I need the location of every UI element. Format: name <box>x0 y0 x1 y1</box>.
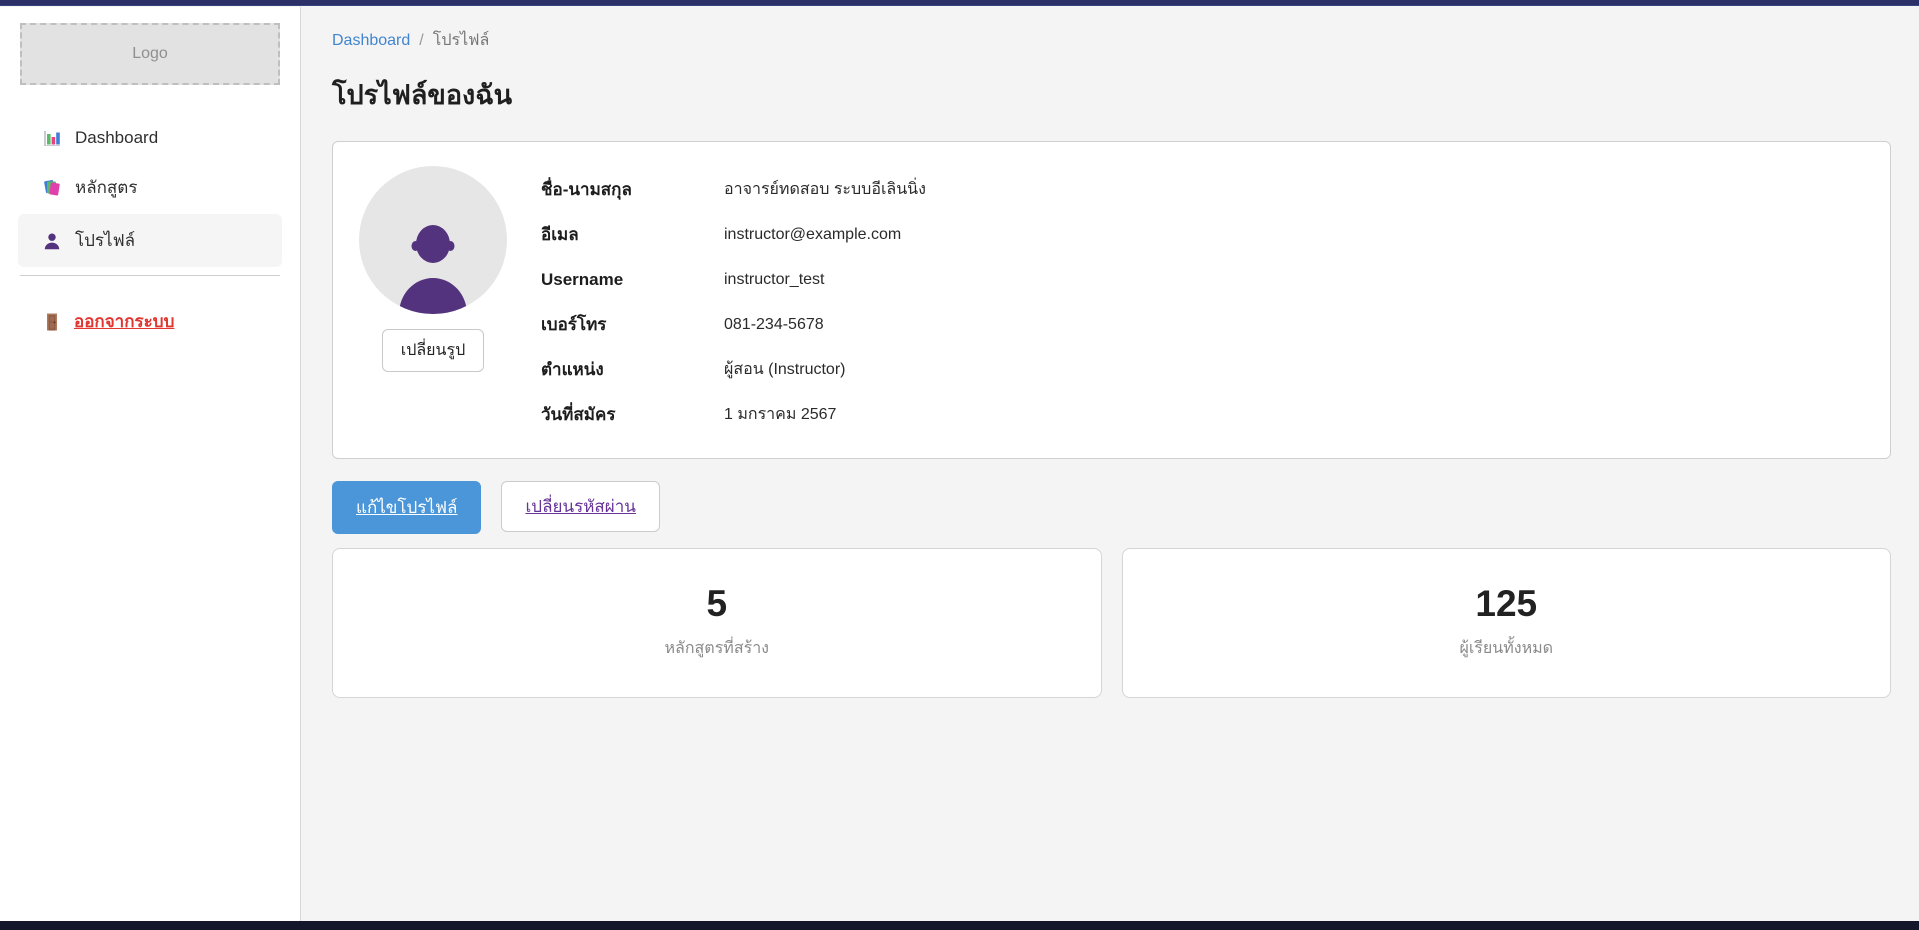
stat-value: 5 <box>706 585 727 622</box>
person-icon <box>42 231 62 251</box>
stat-label: ผู้เรียนทั้งหมด <box>1459 636 1553 661</box>
profile-card: เปลี่ยนรูป ชื่อ-นามสกุล อาจารย์ทดสอบ ระบ… <box>332 141 1891 459</box>
sidebar-item-dashboard[interactable]: Dashboard <box>18 115 282 161</box>
field-email: อีเมล instructor@example.com <box>541 212 1866 257</box>
field-value: ผู้สอน (Instructor) <box>724 357 845 382</box>
page-title: โปรไฟล์ของฉัน <box>332 73 1890 116</box>
field-value: อาจารย์ทดสอบ ระบบอีเลินนิ่ง <box>724 177 926 202</box>
stats-row: 5 หลักสูตรที่สร้าง 125 ผู้เรียนทั้งหมด <box>332 548 1891 698</box>
field-fullname: ชื่อ-นามสกุล อาจารย์ทดสอบ ระบบอีเลินนิ่ง <box>541 167 1866 212</box>
field-value: 081-234-5678 <box>724 316 824 334</box>
sidebar-menu: Dashboard หลักสูตร โปรไฟล์ <box>0 115 300 267</box>
field-label: อีเมล <box>541 221 724 248</box>
stat-card-courses: 5 หลักสูตรที่สร้าง <box>332 548 1102 698</box>
sidebar-divider <box>20 275 280 276</box>
sidebar-item-label: Dashboard <box>75 128 158 148</box>
field-label: เบอร์โทร <box>541 311 724 338</box>
sidebar-item-label: โปรไฟล์ <box>75 227 135 254</box>
field-label: Username <box>541 270 724 290</box>
sidebar: Logo Dashboard หลักสูตร <box>0 7 301 921</box>
logo-placeholder: Logo <box>20 23 280 85</box>
bar-chart-icon <box>42 128 62 148</box>
bottom-accent-bar <box>0 921 1919 930</box>
door-icon <box>42 312 62 332</box>
logout-link[interactable]: ออกจากระบบ <box>42 308 174 335</box>
field-label: วันที่สมัคร <box>541 401 724 428</box>
books-icon <box>42 178 62 198</box>
breadcrumb-dashboard-link[interactable]: Dashboard <box>332 32 410 50</box>
breadcrumb: Dashboard / โปรไฟล์ <box>332 28 1890 53</box>
field-phone: เบอร์โทร 081-234-5678 <box>541 302 1866 347</box>
person-silhouette-icon <box>391 218 475 314</box>
field-value: instructor@example.com <box>724 226 901 244</box>
field-position: ตำแหน่ง ผู้สอน (Instructor) <box>541 347 1866 392</box>
avatar-column: เปลี่ยนรูป <box>358 166 508 372</box>
sidebar-item-label: หลักสูตร <box>75 174 137 201</box>
edit-profile-button[interactable]: แก้ไขโปรไฟล์ <box>332 481 481 534</box>
avatar <box>359 166 507 314</box>
sidebar-item-profile[interactable]: โปรไฟล์ <box>18 214 282 267</box>
breadcrumb-current: โปรไฟล์ <box>433 28 490 53</box>
field-value: instructor_test <box>724 271 824 289</box>
profile-actions: แก้ไขโปรไฟล์ เปลี่ยนรหัสผ่าน <box>332 481 1890 534</box>
field-username: Username instructor_test <box>541 257 1866 302</box>
sidebar-item-courses[interactable]: หลักสูตร <box>18 161 282 214</box>
logout-label: ออกจากระบบ <box>74 308 174 335</box>
profile-fields: ชื่อ-นามสกุล อาจารย์ทดสอบ ระบบอีเลินนิ่ง… <box>541 166 1866 437</box>
field-joined-date: วันที่สมัคร 1 มกราคม 2567 <box>541 392 1866 437</box>
logo-text: Logo <box>132 45 168 63</box>
stat-card-students: 125 ผู้เรียนทั้งหมด <box>1122 548 1892 698</box>
field-value: 1 มกราคม 2567 <box>724 402 836 427</box>
breadcrumb-separator: / <box>419 32 423 50</box>
top-accent-bar <box>0 0 1919 6</box>
main-content: Dashboard / โปรไฟล์ โปรไฟล์ของฉัน เปลี่ย… <box>302 7 1919 921</box>
stat-value: 125 <box>1475 585 1537 622</box>
change-photo-button[interactable]: เปลี่ยนรูป <box>382 329 485 372</box>
field-label: ชื่อ-นามสกุล <box>541 176 724 203</box>
change-password-button[interactable]: เปลี่ยนรหัสผ่าน <box>501 481 659 532</box>
field-label: ตำแหน่ง <box>541 356 724 383</box>
stat-label: หลักสูตรที่สร้าง <box>665 636 770 661</box>
